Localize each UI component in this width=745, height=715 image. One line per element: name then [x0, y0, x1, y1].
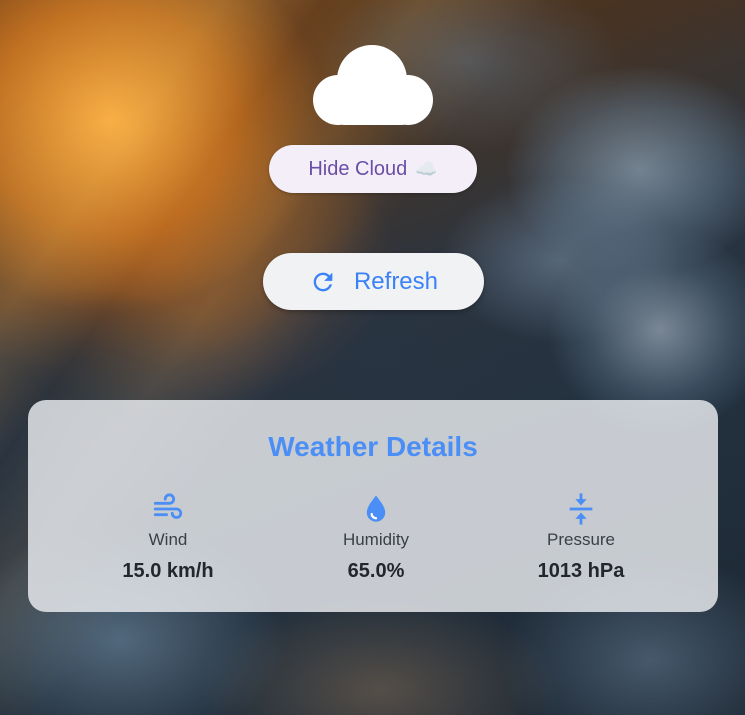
details-title: Weather Details: [268, 431, 478, 462]
metric-value: 1013 hPa: [537, 560, 625, 582]
refresh-icon: [313, 272, 333, 291]
refresh-button[interactable]: Refresh: [263, 253, 484, 310]
hide-cloud-button[interactable]: Hide Cloud ☁️: [269, 145, 477, 193]
metric-label: Humidity: [342, 530, 410, 549]
weather-details-card: Weather Details Wind 15.0 km/h Humidity …: [28, 400, 718, 612]
refresh-label: Refresh: [353, 267, 439, 295]
hide-cloud-label: Hide Cloud: [308, 157, 408, 180]
metric-label: Wind: [148, 530, 188, 549]
metric-wind: Wind 15.0 km/h: [88, 492, 248, 583]
cloud-emoji-icon: ☁️: [415, 158, 438, 180]
cloud-icon: [313, 45, 433, 125]
metric-value: 15.0 km/h: [122, 560, 214, 582]
pressure-icon: [569, 493, 593, 525]
metric-humidity: Humidity 65.0%: [296, 492, 456, 583]
metric-pressure: Pressure 1013 hPa: [501, 492, 661, 583]
humidity-drop-icon: [366, 495, 386, 522]
app-screen: Hide Cloud ☁️ Refresh Weather Details Wi…: [0, 0, 745, 715]
metric-value: 65.0%: [347, 560, 405, 582]
wind-icon: [153, 493, 183, 519]
metric-label: Pressure: [546, 530, 616, 549]
